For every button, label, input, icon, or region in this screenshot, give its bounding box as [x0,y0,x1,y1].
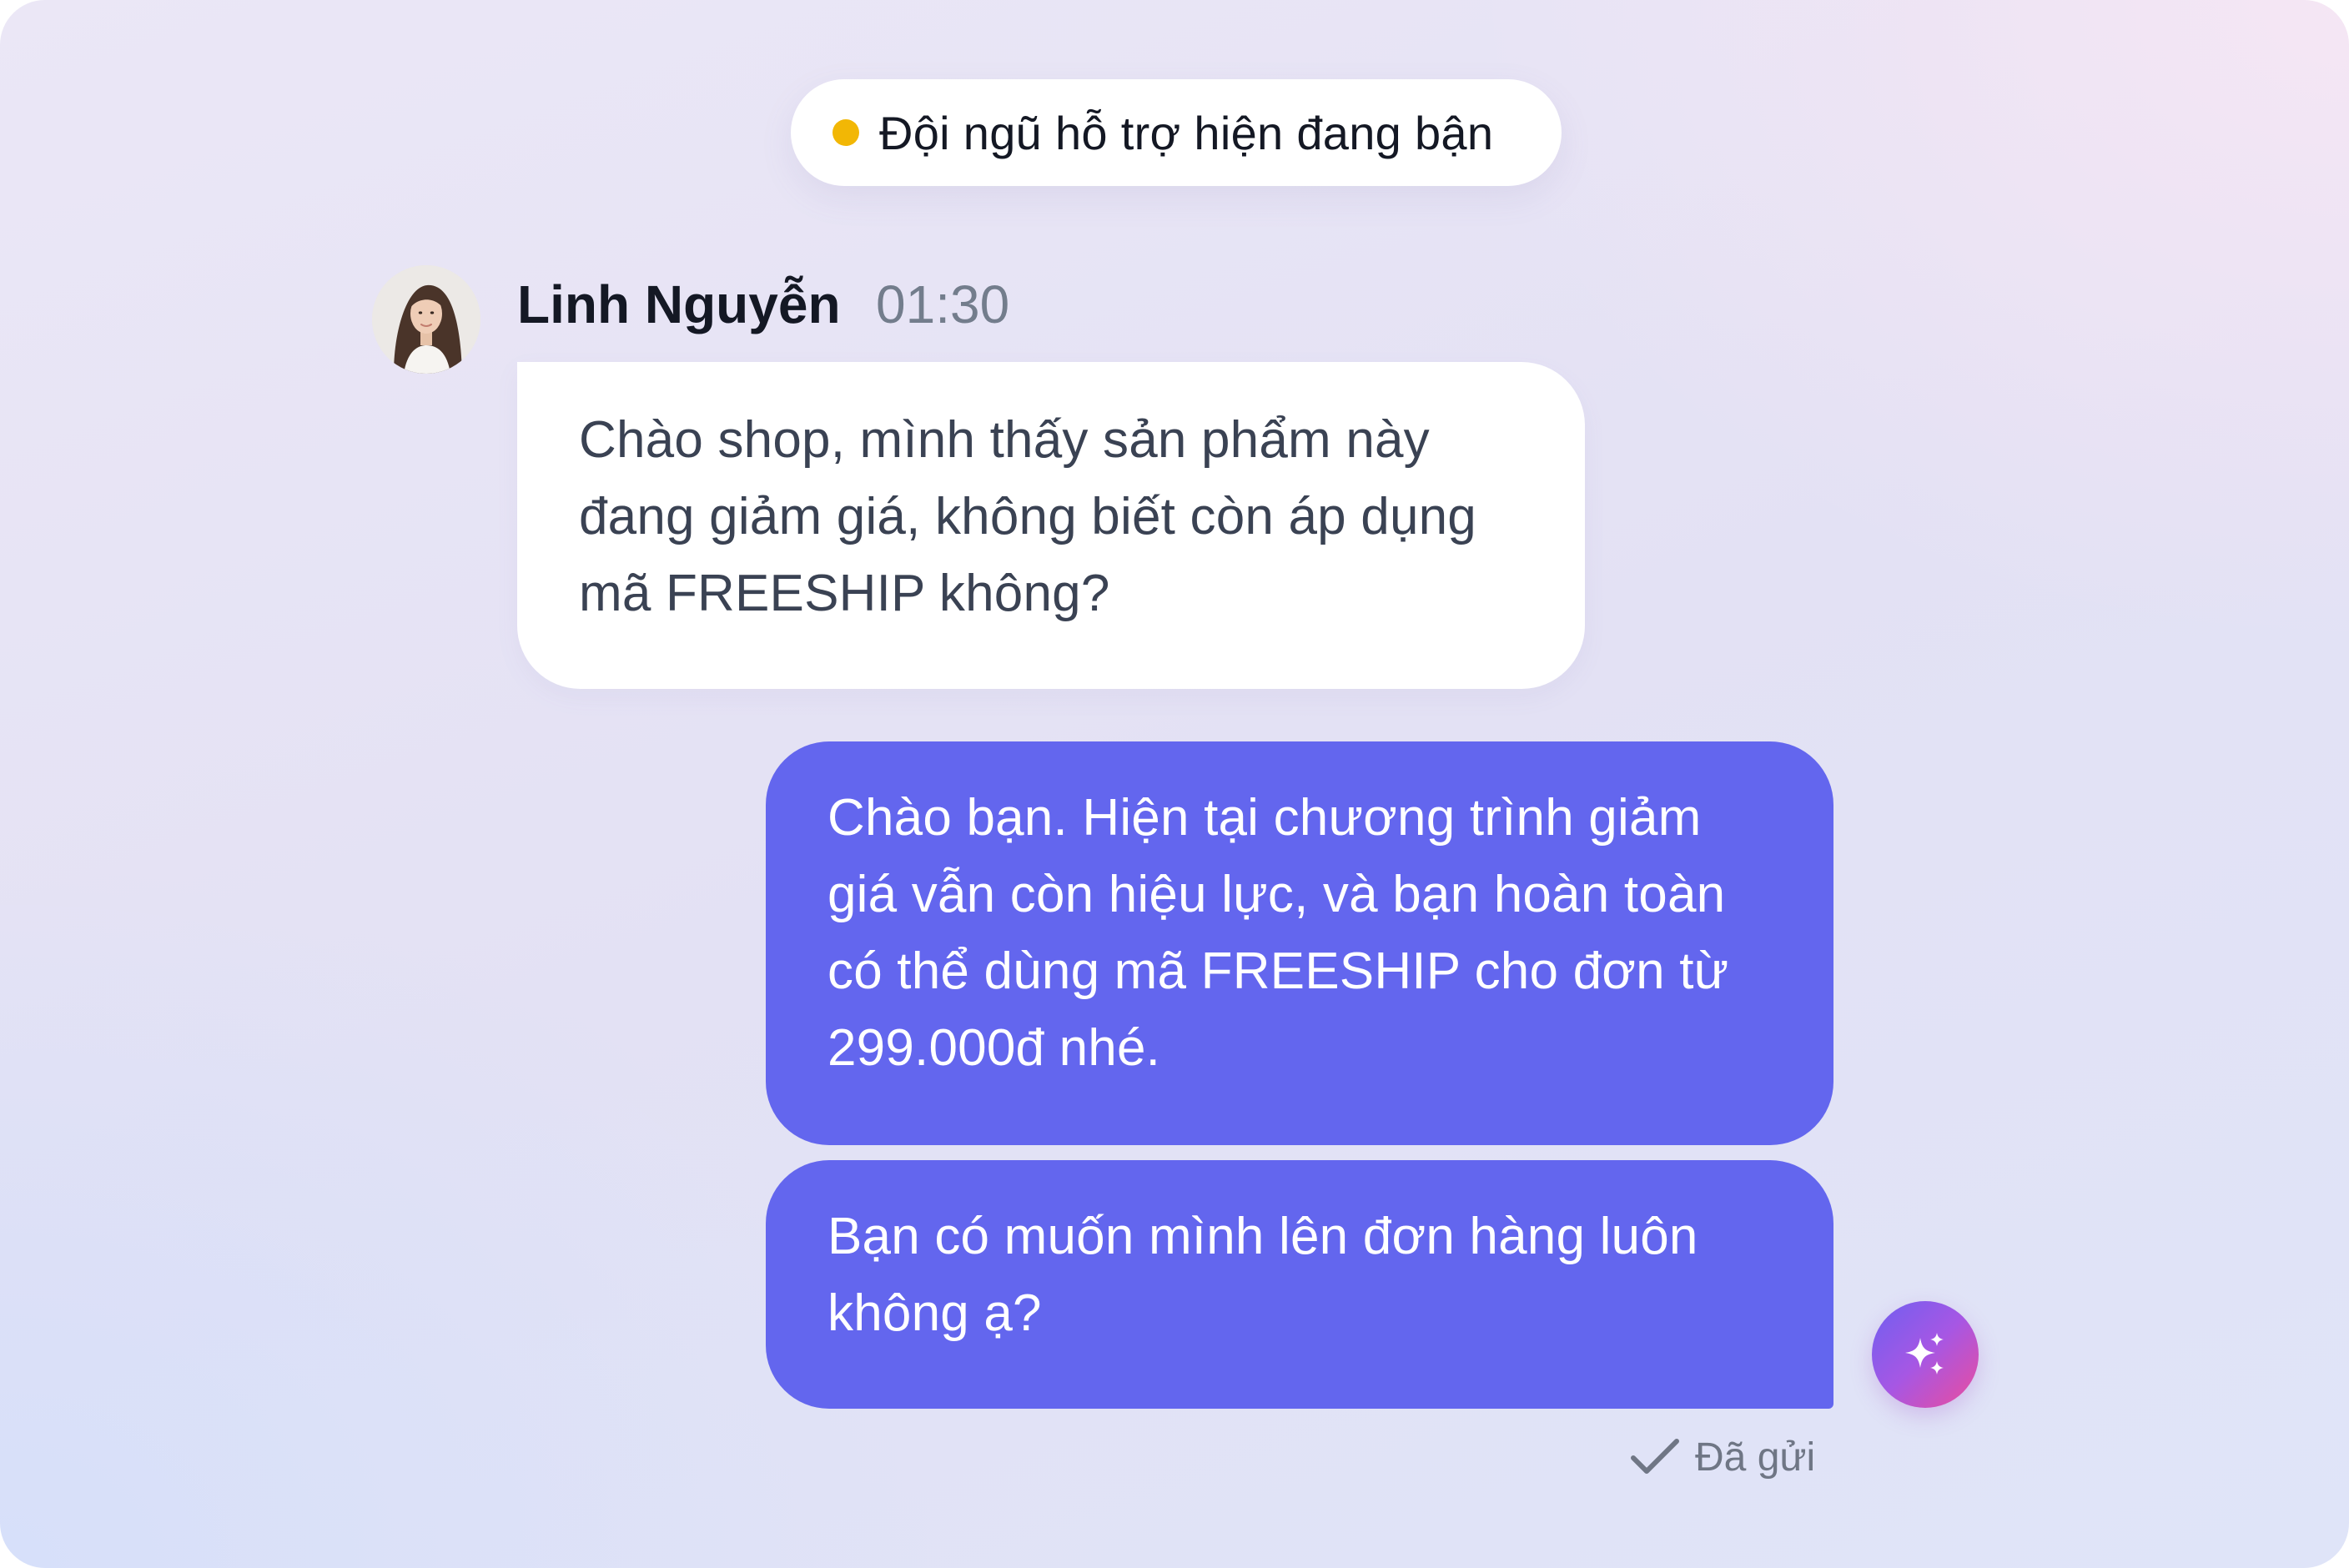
incoming-message-text: Chào shop, mình thấy sản phẩm này đang g… [579,411,1476,622]
sender-name: Linh Nguyễn [517,274,841,334]
delivery-status-text: Đã gửi [1695,1435,1816,1480]
outgoing-message-text: Bạn có muốn mình lên đơn hàng luôn không… [827,1208,1698,1342]
avatar-photo-icon [372,265,480,374]
support-status-badge: Đội ngũ hỗ trợ hiện đang bận [791,79,1562,186]
ai-assist-button[interactable] [1872,1301,1979,1408]
outgoing-message-text: Chào bạn. Hiện tại chương trình giảm giá… [827,789,1729,1077]
support-status-text: Đội ngũ hỗ trợ hiện đang bận [879,106,1494,159]
message-time: 01:30 [876,274,1010,334]
sparkles-icon [1905,1333,1944,1375]
outgoing-message-bubble: Bạn có muốn mình lên đơn hàng luôn không… [766,1160,1833,1409]
chat-window: Đội ngũ hỗ trợ hiện đang bận Linh Nguyễn… [0,0,2349,1568]
avatar[interactable] [372,265,480,374]
incoming-message-bubble: Chào shop, mình thấy sản phẩm này đang g… [517,362,1585,689]
status-dot-icon [832,119,859,146]
outgoing-message-bubble: Chào bạn. Hiện tại chương trình giảm giá… [766,741,1833,1145]
delivery-status: Đã gửi [1627,1428,1815,1486]
check-icon [1631,1439,1679,1474]
